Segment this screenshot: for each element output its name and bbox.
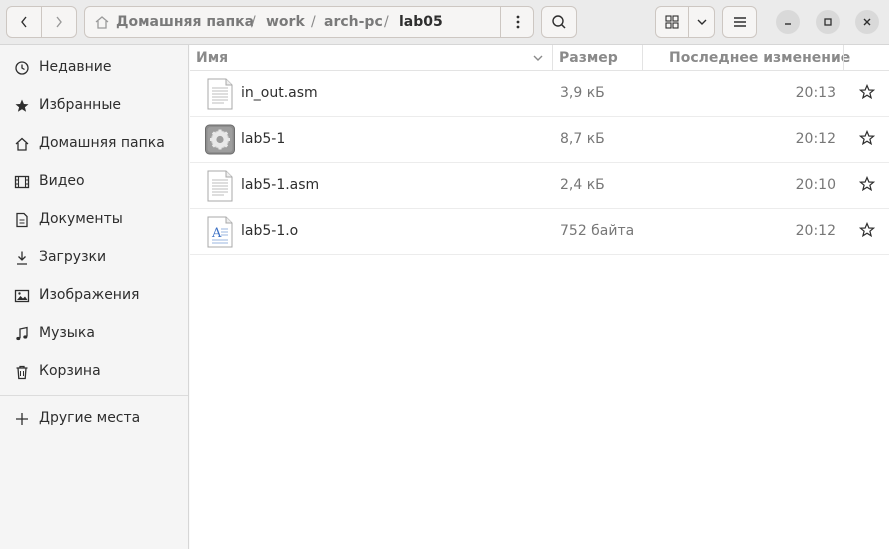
grid-icon — [665, 15, 679, 29]
file-row[interactable]: A lab5-1.o 752 байта 20:12 — [190, 209, 889, 255]
sidebar-item-trash[interactable]: Корзина — [0, 353, 188, 391]
path-bar: Домашняя папка / work / arch-pc / lab05 — [84, 6, 534, 38]
maximize-icon — [824, 18, 832, 26]
chevron-down-icon — [697, 19, 706, 25]
sidebar-item-starred[interactable]: Избранные — [0, 87, 188, 125]
star-outline-icon[interactable] — [859, 176, 875, 192]
plus-icon — [16, 413, 28, 425]
home-icon — [15, 137, 29, 151]
document-icon — [16, 212, 28, 228]
sidebar-item-label: Видео — [39, 173, 85, 189]
chevron-right-icon — [56, 16, 62, 28]
svg-text:A: A — [211, 226, 222, 241]
music-icon — [16, 326, 28, 341]
breadcrumb-separator: / — [251, 14, 256, 30]
back-button[interactable] — [6, 6, 42, 38]
text-file-icon — [207, 170, 233, 202]
grid-view-button[interactable] — [655, 6, 689, 38]
sidebar-item-label: Недавние — [39, 59, 112, 75]
column-header-modified[interactable]: Последнее изменение — [669, 50, 850, 66]
sidebar: Недавние Избранные Домашняя папка Видео … — [0, 45, 189, 549]
maximize-button[interactable] — [816, 10, 840, 34]
image-icon — [14, 289, 30, 303]
column-separator[interactable] — [552, 45, 553, 70]
star-outline-icon[interactable] — [859, 84, 875, 100]
file-modified: 20:12 — [795, 131, 836, 147]
file-row[interactable]: lab5-1 8,7 кБ 20:12 — [190, 117, 889, 163]
breadcrumb-arch-pc[interactable]: arch-pc — [324, 14, 383, 30]
file-modified: 20:10 — [795, 177, 836, 193]
header-bar: Домашняя папка / work / arch-pc / lab05 — [0, 0, 889, 45]
executable-icon — [205, 124, 235, 155]
chevron-left-icon — [21, 16, 27, 28]
sort-chevron-down-icon[interactable] — [532, 54, 544, 62]
view-toggle-group — [655, 6, 715, 38]
sidebar-item-label: Музыка — [39, 325, 95, 341]
file-modified: 20:13 — [795, 85, 836, 101]
path-menu-button[interactable] — [500, 7, 535, 37]
view-options-button[interactable] — [688, 6, 715, 38]
star-outline-icon[interactable] — [859, 222, 875, 238]
file-row[interactable]: lab5-1.asm 2,4 кБ 20:10 — [190, 163, 889, 209]
file-size: 8,7 кБ — [560, 131, 605, 147]
object-file-icon: A — [207, 216, 233, 248]
trash-icon — [16, 365, 28, 380]
column-separator[interactable] — [843, 45, 844, 70]
file-name: lab5-1.o — [241, 223, 299, 239]
close-button[interactable] — [855, 10, 879, 34]
breadcrumb-separator: / — [311, 14, 316, 30]
file-list-view: Имя Размер Последнее изменение in_out.as… — [190, 45, 889, 549]
file-name: lab5-1.asm — [241, 177, 320, 193]
sidebar-item-label: Другие места — [39, 410, 141, 426]
file-size: 752 байта — [560, 223, 635, 239]
column-header-size[interactable]: Размер — [559, 50, 618, 66]
sidebar-item-other-locations[interactable]: Другие места — [0, 400, 188, 438]
column-separator[interactable] — [642, 45, 643, 70]
file-size: 2,4 кБ — [560, 177, 605, 193]
search-icon — [552, 15, 566, 29]
clock-icon — [15, 61, 29, 75]
file-name: lab5-1 — [241, 131, 286, 147]
file-row[interactable]: in_out.asm 3,9 кБ 20:13 — [190, 71, 889, 117]
text-file-icon — [207, 78, 233, 110]
film-icon — [14, 175, 30, 189]
main-menu-button[interactable] — [722, 6, 757, 38]
sidebar-item-label: Домашняя папка — [39, 135, 165, 151]
sidebar-item-music[interactable]: Музыка — [0, 315, 188, 353]
navigation-buttons — [6, 6, 78, 38]
breadcrumb-separator: / — [384, 14, 389, 30]
minimize-button[interactable] — [776, 10, 800, 34]
minimize-icon — [785, 23, 791, 25]
sidebar-item-label: Изображения — [39, 287, 140, 303]
hamburger-menu-icon — [733, 17, 746, 27]
file-modified: 20:12 — [795, 223, 836, 239]
star-icon — [15, 99, 29, 112]
sidebar-item-downloads[interactable]: Загрузки — [0, 239, 188, 277]
star-outline-icon[interactable] — [859, 130, 875, 146]
search-button[interactable] — [541, 6, 577, 38]
file-size: 3,9 кБ — [560, 85, 605, 101]
close-icon — [863, 18, 871, 26]
sidebar-divider — [0, 395, 188, 396]
sidebar-item-pictures[interactable]: Изображения — [0, 277, 188, 315]
breadcrumb-current[interactable]: lab05 — [399, 14, 443, 30]
sidebar-item-recent[interactable]: Недавние — [0, 49, 188, 87]
file-name: in_out.asm — [241, 85, 318, 101]
column-header-name[interactable]: Имя — [196, 50, 228, 66]
home-icon — [95, 16, 109, 29]
sidebar-item-home[interactable]: Домашняя папка — [0, 125, 188, 163]
sidebar-item-label: Избранные — [39, 97, 121, 113]
breadcrumb-home[interactable]: Домашняя папка — [116, 14, 254, 30]
sidebar-item-documents[interactable]: Документы — [0, 201, 188, 239]
sidebar-item-label: Загрузки — [39, 249, 107, 265]
download-icon — [17, 251, 27, 265]
forward-button[interactable] — [41, 6, 77, 38]
sidebar-item-videos[interactable]: Видео — [0, 163, 188, 201]
more-vertical-icon — [516, 15, 520, 29]
column-header: Имя Размер Последнее изменение — [190, 45, 889, 71]
breadcrumb-work[interactable]: work — [266, 14, 305, 30]
sidebar-item-label: Документы — [39, 211, 123, 227]
sidebar-item-label: Корзина — [39, 363, 101, 379]
